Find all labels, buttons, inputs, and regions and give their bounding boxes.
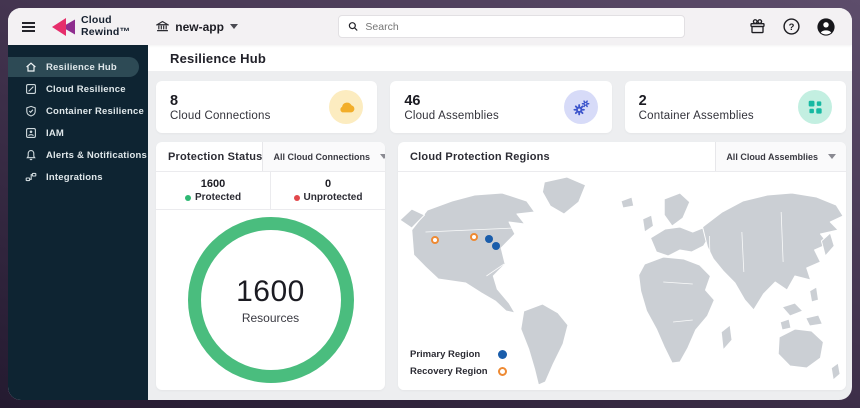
cloud-rewind-logo[interactable]: Cloud Rewind™ [50, 15, 130, 37]
protection-regions-panel: Cloud Protection Regions All Cloud Assem… [398, 142, 846, 390]
card-container-assemblies[interactable]: 2 Container Assemblies [624, 81, 846, 133]
protection-status-panel: Protection Status All Cloud Connections … [156, 142, 385, 390]
svg-text:?: ? [789, 22, 795, 33]
search-input[interactable] [365, 20, 675, 33]
card-cloud-connections[interactable]: 8 Cloud Connections [156, 81, 378, 133]
map-legend: Primary Region Recovery Region [410, 349, 507, 377]
chevron-down-icon [379, 154, 385, 159]
grid-icon [797, 90, 832, 124]
legend-recovery-region: Recovery Region [410, 366, 507, 377]
unprotected-cell: 0 Unprotected [271, 172, 385, 209]
bell-icon [24, 149, 37, 161]
recovery-region-circle-icon [498, 367, 507, 376]
sidebar-item-label: Container Resilience [46, 105, 144, 117]
regions-title: Cloud Protection Regions [410, 150, 550, 163]
card-label: Cloud Connections [170, 110, 271, 123]
page-header: Resilience Hub [148, 45, 852, 71]
chevron-down-icon [229, 24, 238, 29]
rewind-triangles-icon [52, 17, 75, 36]
protection-counts: 1600 Protected 0 Unprotected [156, 172, 385, 210]
sidebar-item-iam[interactable]: IAM [8, 123, 148, 143]
hamburger-menu-icon[interactable] [8, 21, 48, 32]
sidebar-item-cloud-resilience[interactable]: Cloud Resilience [8, 79, 148, 99]
card-value: 2 [638, 92, 647, 109]
cloud-resilience-icon [24, 83, 37, 95]
donut-label: Resources [241, 311, 300, 325]
map-marker-recovery [469, 232, 478, 241]
legend-primary-region: Primary Region [410, 349, 507, 360]
main-area: Resilience Hub 8 Cloud Connections 46 Cl… [148, 45, 852, 400]
logo-text: Cloud Rewind™ [81, 14, 131, 38]
home-icon [24, 61, 37, 73]
sidebar-item-label: IAM [46, 127, 65, 139]
protected-label: Protected [184, 192, 241, 203]
unprotected-count: 0 [324, 178, 332, 190]
sidebar-item-label: Cloud Resilience [46, 83, 126, 95]
sidebar-item-label: Integrations [46, 171, 103, 183]
green-dot-icon [184, 194, 191, 201]
unprotected-label: Unprotected [293, 192, 362, 203]
card-value: 46 [404, 92, 421, 109]
sidebar-item-integrations[interactable]: Integrations [8, 167, 148, 187]
card-label: Container Assemblies [638, 110, 754, 123]
sidebar-item-label: Alerts & Notifications [46, 149, 147, 161]
search-box[interactable] [338, 15, 685, 38]
card-cloud-assemblies[interactable]: 46 Cloud Assemblies [390, 81, 612, 133]
page-title: Resilience Hub [170, 50, 266, 66]
filter-value: All Cloud Assemblies [726, 151, 818, 162]
search-icon [348, 22, 358, 31]
protected-cell: 1600 Protected [156, 172, 271, 209]
card-value: 8 [170, 92, 179, 109]
assemblies-filter-dropdown[interactable]: All Cloud Assemblies [715, 142, 846, 171]
sidebar-item-alerts-notifications[interactable]: Alerts & Notifications [8, 145, 148, 165]
app-selector-label: new-app [175, 19, 224, 34]
donut-value: 1600 [236, 275, 305, 308]
filter-value: All Cloud Connections [273, 151, 370, 162]
stat-cards-row: 8 Cloud Connections 46 Cloud Assemblies [156, 81, 846, 133]
container-shield-icon [24, 105, 37, 117]
cloud-icon [329, 90, 364, 124]
bank-icon [156, 20, 170, 32]
help-icon[interactable]: ? [782, 17, 801, 36]
card-label: Cloud Assemblies [404, 110, 499, 123]
protected-count: 1600 [200, 178, 226, 190]
iam-badge-icon [24, 127, 37, 139]
gears-icon [563, 90, 598, 124]
map-marker-recovery [431, 236, 440, 245]
protection-status-title: Protection Status [168, 150, 263, 163]
world-map: Primary Region Recovery Region [398, 172, 846, 390]
app-selector[interactable]: new-app [156, 20, 238, 34]
sidebar-nav: Resilience Hub Cloud Resilience Containe… [8, 45, 148, 400]
sidebar-item-resilience-hub[interactable]: Resilience Hub [8, 57, 139, 77]
map-marker-primary [492, 241, 501, 250]
map-marker-primary [485, 234, 494, 243]
whats-new-gift-icon[interactable] [748, 17, 767, 36]
sidebar-item-label: Resilience Hub [46, 61, 117, 73]
red-dot-icon [293, 194, 300, 201]
top-bar: Cloud Rewind™ new-app Search ? [8, 8, 852, 45]
topbar-actions: ? [748, 17, 852, 37]
app-window: Cloud Rewind™ new-app Search ? Resilienc… [8, 8, 852, 400]
chevron-down-icon [828, 154, 836, 159]
sidebar-item-container-resilience[interactable]: Container Resilience [8, 101, 148, 121]
connections-filter-dropdown[interactable]: All Cloud Connections [262, 142, 385, 171]
account-avatar-icon[interactable] [816, 17, 836, 37]
integrations-plug-icon [24, 171, 37, 183]
resources-donut-chart: 1600 Resources [156, 210, 385, 390]
primary-region-dot-icon [498, 350, 507, 359]
